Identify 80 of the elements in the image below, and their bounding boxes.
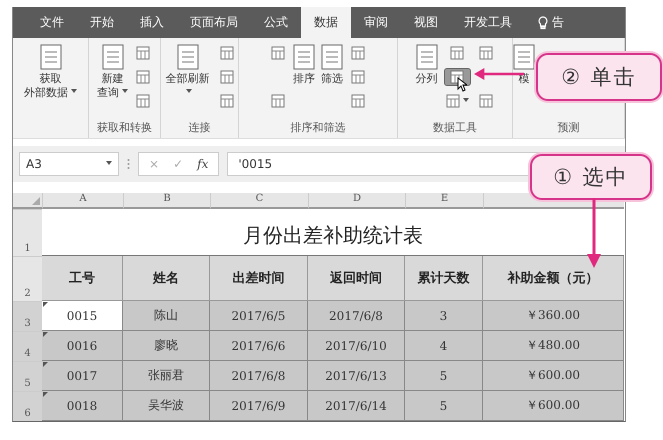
lightbulb-icon (538, 16, 548, 30)
document-icon[interactable] (176, 44, 198, 70)
header-cell: 返回时间 (308, 256, 405, 301)
row-header[interactable]: 3 (13, 301, 42, 331)
table-cell: 张丽君 (123, 361, 210, 391)
step-tooltip: ② 单击 (536, 53, 662, 101)
row-header[interactable]: 5 (13, 361, 42, 391)
table-cell: 0017 (42, 361, 123, 391)
group-label: 排序和筛选 (290, 120, 346, 135)
table-cell: 0016 (42, 331, 123, 361)
table-cell: 廖晓 (123, 331, 210, 361)
table-cell: 2017/6/5 (210, 301, 308, 331)
column-header[interactable]: E (405, 193, 483, 209)
table-cell: 2017/6/14 (308, 391, 405, 421)
group-label: 获取和转换 (96, 120, 153, 135)
table-cell: ￥480.00 (483, 331, 624, 361)
ribbon-tab[interactable]: 页面布局 (177, 7, 251, 38)
ribbon-button[interactable]: 排序 (293, 72, 315, 86)
row-header[interactable]: 6 (13, 391, 42, 421)
ribbon-tab[interactable]: 视图 (401, 7, 451, 38)
document-icon[interactable] (40, 44, 62, 70)
header-cell: 姓名 (123, 256, 210, 301)
ribbon-tab[interactable]: 插入 (127, 7, 177, 38)
table-cell: ￥360.00 (483, 301, 624, 331)
cursor-icon (456, 77, 466, 92)
header-cell: 出差时间 (210, 256, 308, 301)
table-cell: 吴华波 (123, 391, 210, 421)
ribbon-button[interactable]: 获取 外部数据 (24, 72, 77, 100)
header-cell: 工号 (42, 256, 123, 301)
ribbon-tab[interactable]: 告 (525, 7, 577, 38)
table-cell: 2017/6/8 (308, 301, 405, 331)
grip-icon (127, 158, 130, 170)
table-cell: 2017/6/13 (308, 361, 405, 391)
step-tooltip: ① 选中 (530, 154, 652, 200)
column-header[interactable]: D (308, 193, 405, 209)
column-header[interactable]: C (210, 193, 308, 209)
ribbon-button[interactable]: 新建 查询 (97, 72, 128, 100)
row-header[interactable]: 1 (13, 209, 42, 256)
document-icon[interactable] (513, 44, 535, 70)
table-cell: ￥600.00 (483, 391, 624, 421)
table-cell: ￥600.00 (483, 361, 624, 391)
header-cell: 累计天数 (405, 256, 483, 301)
table-icon[interactable] (444, 92, 470, 110)
ribbon-button[interactable]: 筛选 (321, 72, 343, 86)
group-label: 连接 (188, 120, 212, 135)
table-cell: 2017/6/10 (308, 331, 405, 361)
column-header[interactable]: B (123, 193, 210, 209)
row-header[interactable]: 4 (13, 331, 42, 361)
column-header[interactable]: A (42, 193, 123, 209)
header-cell: 补助金额（元） (483, 256, 624, 301)
ribbon-tab[interactable]: 审阅 (351, 7, 401, 38)
ribbon-tab[interactable]: 数据 (301, 7, 351, 38)
document-icon[interactable] (102, 44, 124, 70)
document-icon[interactable] (416, 44, 438, 70)
row-header[interactable]: 2 (13, 256, 42, 301)
table-cell: 5 (405, 361, 483, 391)
arrow-icon (587, 198, 601, 268)
ribbon-tab[interactable]: 文件 (27, 7, 77, 38)
select-all-icon (32, 197, 40, 205)
insert-function-button[interactable]: fx (197, 157, 208, 171)
table-cell: 陈山 (123, 301, 210, 331)
ribbon-button[interactable]: 模 (518, 72, 530, 86)
table-cell: 3 (405, 301, 483, 331)
ribbon-tab[interactable]: 开发工具 (451, 7, 525, 38)
name-box[interactable]: A3 (19, 152, 119, 176)
group-label: 预测 (556, 120, 580, 135)
table-cell: 4 (405, 331, 483, 361)
group-label: 数据工具 (432, 120, 478, 135)
ribbon-button[interactable]: 分列 (416, 72, 438, 86)
table-cell: 2017/6/6 (210, 331, 308, 361)
table-cell: 0018 (42, 391, 123, 421)
ribbon-tab[interactable]: 开始 (77, 7, 127, 38)
document-icon[interactable] (321, 44, 343, 70)
table-cell: 2017/6/9 (210, 391, 308, 421)
ribbon-tab[interactable]: 公式 (251, 7, 301, 38)
ribbon-button[interactable]: 全部刷新 (163, 72, 212, 100)
table-cell: 2017/6/8 (210, 361, 308, 391)
table-cell: 0015 (42, 301, 123, 331)
table-cell: 5 (405, 391, 483, 421)
document-icon[interactable] (293, 44, 315, 70)
